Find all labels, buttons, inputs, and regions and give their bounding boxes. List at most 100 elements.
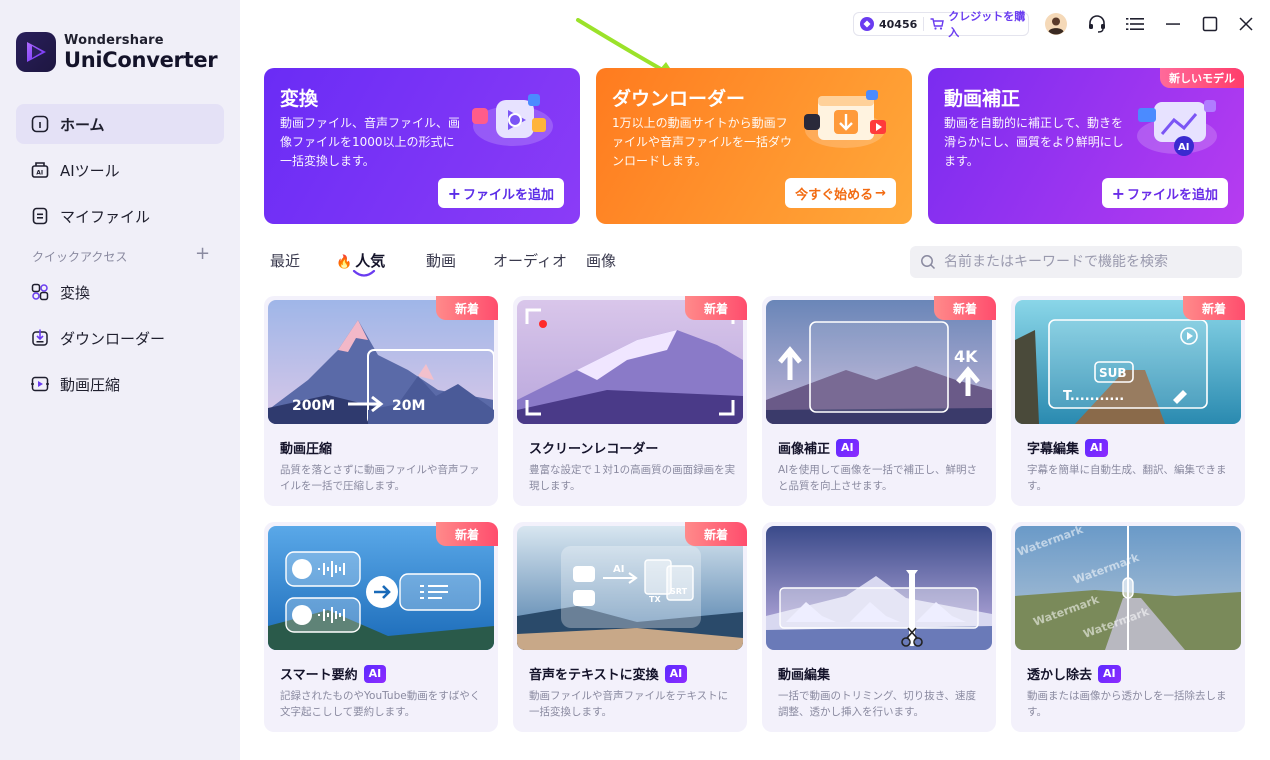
sidebar-item-label: マイファイル — [60, 207, 151, 226]
new-badge: 新着 — [436, 296, 498, 320]
avatar-icon — [1045, 13, 1067, 35]
hero-convert[interactable]: 変換 動画ファイル、音声ファイル、画像ファイルを1000以上の形式に一括変換しま… — [264, 68, 580, 224]
hero-desc: 動画ファイル、音声ファイル、画像ファイルを1000以上の形式に一括変換します。 — [280, 116, 461, 168]
sidebar-item-label: ダウンローダー — [60, 329, 166, 348]
hero-title: ダウンローダー — [612, 88, 746, 110]
card-title: 字幕編集 AI — [1027, 438, 1108, 457]
sidebar-item-home[interactable]: ホーム — [16, 104, 224, 144]
ai-badge: AI — [363, 664, 387, 683]
sidebar-item-compress[interactable]: 動画圧縮 — [16, 364, 224, 404]
arrow-right-icon: → — [875, 185, 886, 201]
tab-audio[interactable]: オーディオ — [493, 250, 567, 271]
card-desc: AIを使用して画像を一括で補正し、鮮明さと品質を向上させます。 — [778, 464, 977, 492]
new-badge: 新着 — [685, 296, 747, 320]
svg-text:200M: 200M — [292, 398, 335, 414]
card-desc: 一括で動画のトリミング、切り抜き、速度調整、透かし挿入を行います。 — [778, 690, 977, 718]
credit-coin-icon — [860, 17, 874, 31]
hero-downloader[interactable]: ダウンローダー 1万以上の動画サイトから動画ファイルや音声ファイルを一括ダウンロ… — [596, 68, 912, 224]
sidebar-item-downloader[interactable]: ダウンローダー — [16, 318, 224, 358]
hero-video-enhance[interactable]: 新しいモデル 動画補正 動画を自動的に補正して、動きを滑らかにし、画質をより鮮明… — [928, 68, 1244, 224]
hero-desc: 動画を自動的に補正して、動きを滑らかにし、画質をより鮮明にします。 — [944, 116, 1124, 168]
home-icon — [30, 114, 50, 134]
hero-desc: 1万以上の動画サイトから動画ファイルや音声ファイルを一括ダウンロードします。 — [612, 116, 793, 168]
cart-icon — [930, 18, 945, 30]
close-icon[interactable] — [1234, 12, 1258, 36]
card-subtitle-edit[interactable]: SUB T........... 新着 字幕編集 AI 字幕を簡単に自動生成、翻訳… — [1011, 296, 1245, 506]
hero-title: 動画補正 — [944, 88, 1021, 110]
new-badge: 新着 — [934, 296, 996, 320]
ai-badge: AI — [836, 438, 859, 457]
sidebar-item-label: 動画圧縮 — [60, 375, 121, 394]
tab-recent[interactable]: 最近 — [270, 250, 300, 271]
new-badge: 新着 — [436, 522, 498, 546]
ai-badge: AI — [1098, 664, 1121, 683]
buy-credits-button[interactable]: クレジットを購入 — [930, 8, 1028, 40]
svg-text:AI: AI — [613, 564, 624, 575]
support-headset-icon[interactable] — [1085, 12, 1109, 36]
credit-value: 40456 — [879, 17, 918, 31]
card-video-compress[interactable]: 200M 20M 新着 動画圧縮 品質を落とさずに動画ファイルや音声ファイルを一… — [264, 296, 498, 506]
sidebar-item-label: AIツール — [60, 161, 120, 180]
maximize-icon[interactable] — [1198, 12, 1222, 36]
svg-text:TX: TX — [649, 595, 661, 604]
card-speech-to-text[interactable]: AI TX SRT 新着 音声をテキストに変換 AI 動画ファイルや音声ファイルを… — [513, 522, 747, 732]
new-badge: 新着 — [1183, 296, 1245, 320]
user-avatar[interactable] — [1044, 12, 1068, 36]
search-input[interactable] — [944, 254, 1234, 270]
card-video-edit[interactable]: 動画編集 一括で動画のトリミング、切り抜き、速度調整、透かし挿入を行います。 — [762, 522, 996, 732]
search-box — [910, 246, 1242, 278]
sidebar-item-my-files[interactable]: マイファイル — [16, 196, 224, 236]
tab-video[interactable]: 動画 — [426, 250, 456, 271]
sidebar-item-ai-tools[interactable]: AI AIツール — [16, 150, 224, 190]
card-desc: 動画または画像から透かしを一括除去します。 — [1027, 690, 1227, 718]
minimize-icon[interactable] — [1161, 12, 1185, 36]
card-title: 動画圧縮 — [280, 442, 333, 457]
compress-icon — [30, 374, 50, 394]
card-title: 音声をテキストに変換 AI — [529, 664, 688, 683]
card-thumbnail — [766, 526, 992, 650]
menu-icon[interactable] — [1123, 12, 1147, 36]
active-tab-indicator — [352, 269, 376, 277]
card-desc: 品質を落とさずに動画ファイルや音声ファイルを一括で圧縮します。 — [280, 464, 480, 492]
convert-icon — [30, 282, 50, 302]
card-smart-summary[interactable]: 新着 スマート要約 AI 記録されたものやYouTube動画をすばやく文字起こしし… — [264, 522, 498, 732]
card-thumbnail: Watermark Watermark Watermark Watermark — [1015, 526, 1241, 650]
card-title: 動画編集 — [778, 668, 831, 683]
svg-text:AI: AI — [36, 170, 43, 177]
add-file-button[interactable]: + ファイルを追加 — [1101, 178, 1228, 208]
brand-name: UniConverter — [64, 47, 218, 72]
svg-text:T...........: T........... — [1063, 389, 1124, 404]
card-screen-recorder[interactable]: 新着 スクリーンレコーダー 豊富な設定で１対1の高画質の画面録画を実現します。 — [513, 296, 747, 506]
sidebar: Wondershare UniConverter ホーム AI AIツール マイ… — [0, 0, 240, 760]
card-desc: 豊富な設定で１対1の高画質の画面録画を実現します。 — [529, 464, 736, 492]
downloader-icon — [30, 328, 50, 348]
app-logo: Wondershare UniConverter — [16, 32, 218, 72]
sidebar-item-convert[interactable]: 変換 — [16, 272, 224, 312]
credit-box: 40456 クレジットを購入 — [853, 10, 1029, 39]
svg-text:4K: 4K — [954, 347, 978, 366]
fire-icon: 🔥 — [336, 255, 353, 270]
tab-image[interactable]: 画像 — [586, 250, 616, 271]
plus-icon: + — [447, 183, 461, 203]
sidebar-item-label: 変換 — [60, 283, 91, 302]
card-desc: 字幕を簡単に自動生成、翻訳、編集できます。 — [1027, 464, 1227, 492]
my-files-icon — [30, 206, 50, 226]
svg-text:SRT: SRT — [670, 587, 688, 596]
quick-access-add-button[interactable]: + — [195, 244, 210, 264]
sidebar-item-label: ホーム — [60, 115, 105, 134]
brand-small: Wondershare — [64, 32, 164, 48]
uniconverter-logo-icon — [16, 32, 56, 72]
quick-access-label: クイックアクセス — [32, 250, 128, 264]
start-now-button[interactable]: 今すぐ始める → — [785, 178, 896, 208]
convert-illustration-icon — [472, 94, 553, 146]
card-image-enhance[interactable]: 4K 新着 画像補正 AI AIを使用して画像を一括で補正し、鮮明さと品質を向上さ… — [762, 296, 996, 506]
enhance-illustration-icon: AI — [1137, 100, 1217, 156]
card-title: 画像補正 AI — [778, 438, 859, 457]
card-title: 透かし除去 AI — [1027, 664, 1121, 683]
svg-text:20M: 20M — [392, 398, 425, 414]
downloader-illustration-icon — [804, 90, 886, 148]
new-model-badge: 新しいモデル — [1160, 68, 1244, 88]
card-watermark-remove[interactable]: Watermark Watermark Watermark Watermark … — [1011, 522, 1245, 732]
new-badge: 新着 — [685, 522, 747, 546]
add-file-button[interactable]: + ファイルを追加 — [437, 178, 564, 208]
